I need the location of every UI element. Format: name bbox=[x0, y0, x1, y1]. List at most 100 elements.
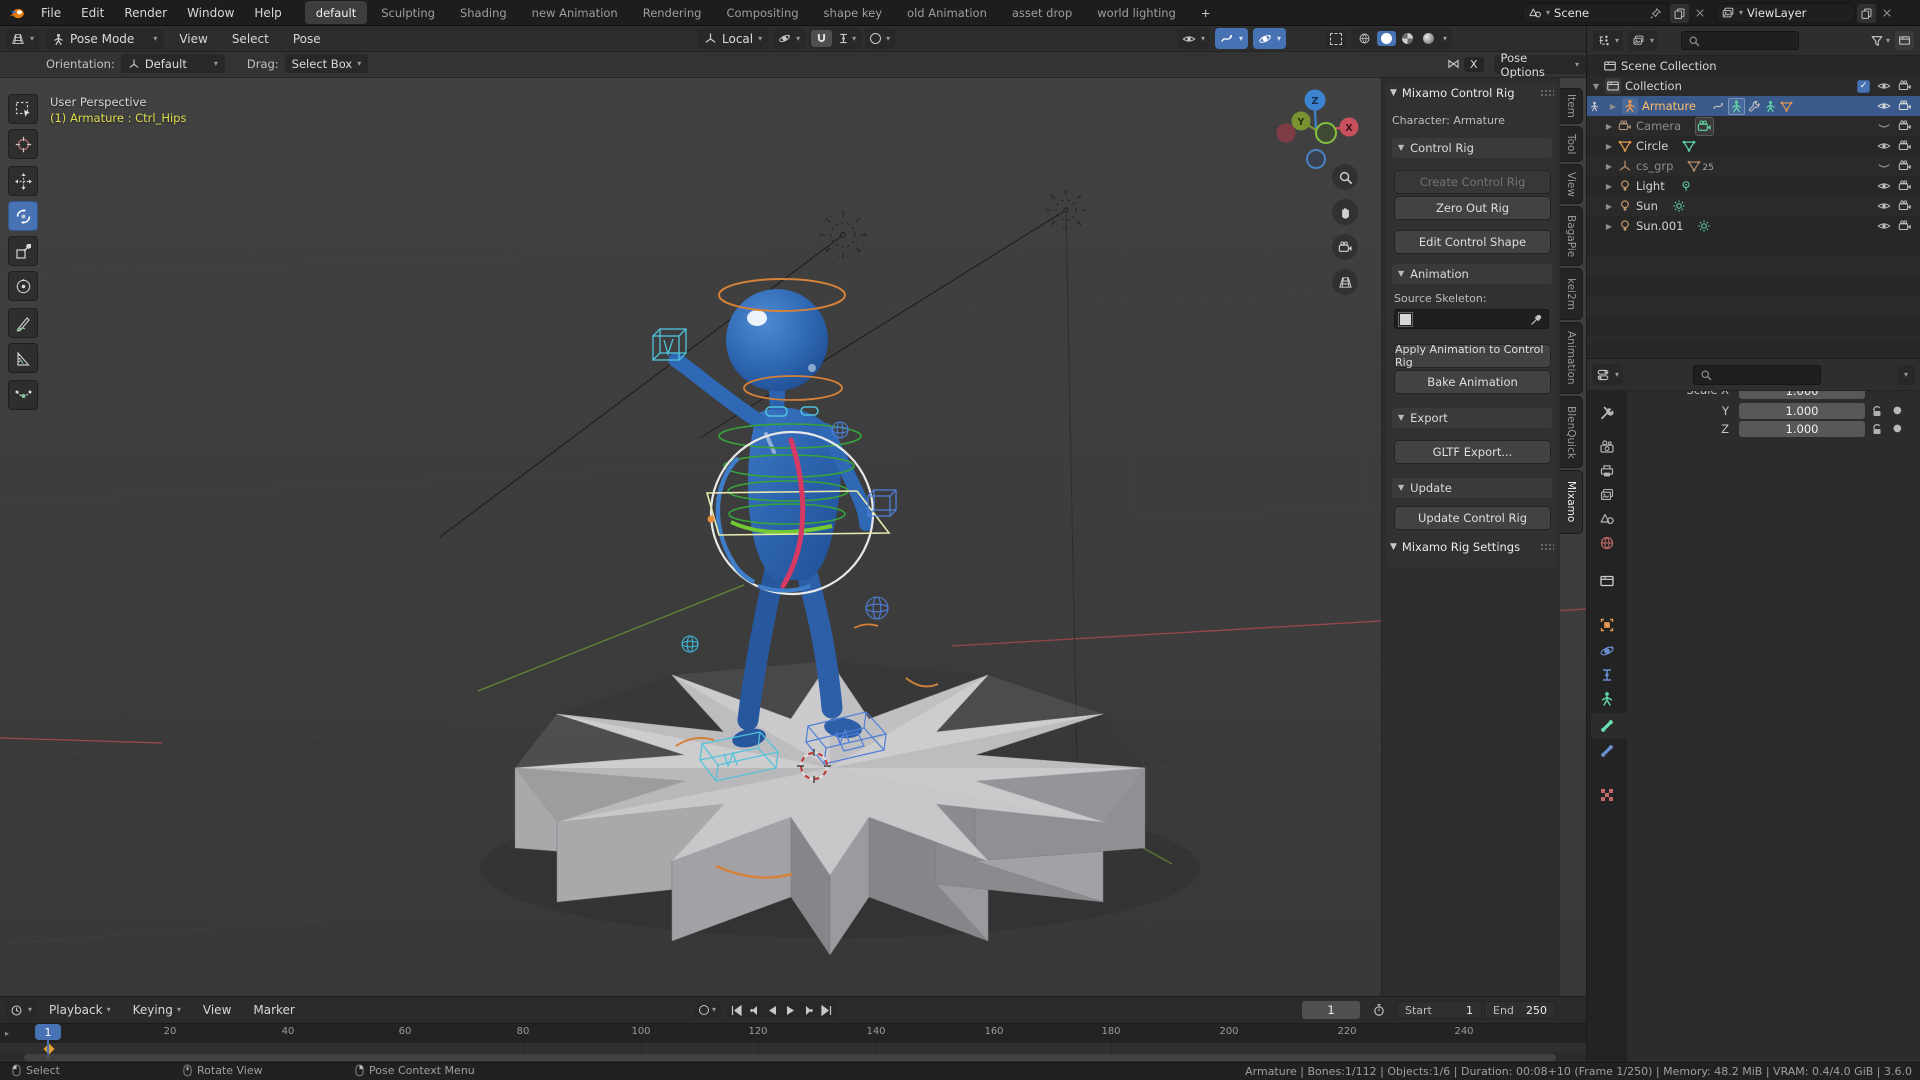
properties-tab-bone[interactable] bbox=[1591, 713, 1627, 739]
tool-pose-breakdowner[interactable] bbox=[8, 380, 38, 410]
apply-animation-button[interactable]: Apply Animation to Control Rig bbox=[1394, 344, 1551, 368]
tab-kei2m[interactable]: kei2m bbox=[1560, 268, 1583, 320]
snap-toggle[interactable] bbox=[811, 30, 832, 47]
tool-annotate[interactable] bbox=[8, 308, 38, 338]
jump-to-end-button[interactable] bbox=[821, 1005, 832, 1016]
timeline-editor-type-dropdown[interactable]: ▾ bbox=[6, 1000, 36, 1020]
tool-scale[interactable] bbox=[8, 236, 38, 266]
outliner-display-mode-dropdown[interactable]: ▾ bbox=[1593, 31, 1623, 51]
properties-tab-output[interactable] bbox=[1589, 463, 1625, 482]
menu-view[interactable]: View bbox=[170, 28, 216, 50]
perspective-toggle-button[interactable] bbox=[1332, 269, 1358, 295]
shading-dropdown[interactable]: ▾ bbox=[1440, 35, 1450, 43]
camera-visibility-icon[interactable] bbox=[1898, 179, 1912, 193]
workspace-tab-world-lighting[interactable]: world lighting bbox=[1086, 1, 1187, 24]
start-frame-field[interactable]: Start 1 bbox=[1396, 1001, 1482, 1019]
scale-x-slider[interactable]: 1.000 bbox=[1739, 391, 1865, 399]
scale-y-slider[interactable]: 1.000 bbox=[1739, 403, 1865, 419]
outliner-search-input[interactable] bbox=[1681, 31, 1799, 50]
properties-filter-dropdown[interactable]: ▾ bbox=[1897, 365, 1915, 385]
eye-icon[interactable] bbox=[1877, 219, 1891, 233]
properties-tab-physics[interactable] bbox=[1589, 643, 1625, 662]
outliner-row-collection[interactable]: ▼ Collection ✓ bbox=[1587, 76, 1920, 96]
scene-unlink-button[interactable] bbox=[1691, 4, 1709, 22]
gizmo-x-neg[interactable] bbox=[1277, 124, 1296, 143]
jump-to-start-button[interactable] bbox=[731, 1005, 742, 1016]
timeline-scrollbar[interactable] bbox=[24, 1054, 1556, 1061]
export-subpanel-header[interactable]: ▼Export bbox=[1392, 408, 1552, 428]
menu-edit[interactable]: Edit bbox=[72, 2, 113, 24]
workspace-tab-asset-drop[interactable]: asset drop bbox=[1001, 1, 1083, 24]
animate-dot[interactable]: ● bbox=[1893, 405, 1902, 416]
viewlayer-selector[interactable]: ▾ ViewLayer bbox=[1715, 3, 1855, 23]
workspace-tab-new-animation[interactable]: new Animation bbox=[521, 1, 629, 24]
eye-closed-icon[interactable] bbox=[1877, 119, 1891, 133]
pose-mirror-x-icon[interactable]: ⋈ bbox=[1447, 57, 1460, 72]
zero-out-rig-button[interactable]: Zero Out Rig bbox=[1394, 196, 1551, 220]
menu-playback[interactable]: Playback▾ bbox=[40, 1000, 120, 1020]
menu-help[interactable]: Help bbox=[245, 2, 290, 24]
eye-icon[interactable] bbox=[1877, 179, 1891, 193]
show-gizmo-dropdown[interactable]: ▾ bbox=[1215, 28, 1248, 49]
unlock-icon[interactable] bbox=[1871, 423, 1883, 435]
navigation-gizmo[interactable]: Z Y X bbox=[1270, 86, 1370, 176]
tool-move[interactable] bbox=[8, 166, 38, 196]
properties-search-input[interactable] bbox=[1693, 365, 1821, 385]
workspace-tab-shading[interactable]: Shading bbox=[449, 1, 518, 24]
tool-select-box[interactable] bbox=[8, 94, 38, 124]
proportional-editing-dropdown[interactable]: ▾ bbox=[865, 28, 895, 49]
camera-view-button[interactable] bbox=[1332, 234, 1358, 260]
pivot-point-dropdown[interactable]: ▾ bbox=[773, 28, 805, 49]
gltf-export-button[interactable]: GLTF Export... bbox=[1394, 440, 1551, 464]
orientation-default-dropdown[interactable]: Default▾ bbox=[121, 54, 225, 73]
scene-duplicate-button[interactable] bbox=[1670, 4, 1689, 23]
workspace-tab-rendering[interactable]: Rendering bbox=[632, 1, 713, 24]
workspace-tab-compositing[interactable]: Compositing bbox=[715, 1, 809, 24]
pose-options-dropdown[interactable]: Pose Options▾ bbox=[1494, 55, 1586, 74]
pan-button[interactable] bbox=[1332, 199, 1358, 225]
camera-visibility-icon[interactable] bbox=[1898, 119, 1912, 133]
outliner-row-circle[interactable]: ▶ Circle bbox=[1587, 136, 1920, 156]
shading-solid-button[interactable] bbox=[1377, 31, 1396, 46]
expand-icon[interactable]: ▶ bbox=[1604, 182, 1614, 191]
eye-icon[interactable] bbox=[1877, 99, 1891, 113]
auto-key-button[interactable]: ▾ bbox=[694, 1001, 721, 1019]
create-control-rig-button[interactable]: Create Control Rig bbox=[1394, 170, 1551, 194]
expand-icon[interactable]: ▶ bbox=[1604, 202, 1614, 211]
tab-item[interactable]: Item bbox=[1560, 88, 1583, 124]
zoom-button[interactable] bbox=[1332, 164, 1358, 190]
viewlayer-duplicate-button[interactable] bbox=[1857, 4, 1876, 23]
camera-visibility-icon[interactable] bbox=[1898, 79, 1912, 93]
tab-view[interactable]: View bbox=[1560, 164, 1583, 204]
outliner-row-light[interactable]: ▶ Light bbox=[1587, 176, 1920, 196]
play-reverse-button[interactable] bbox=[767, 1005, 778, 1016]
tool-rotate[interactable] bbox=[8, 201, 38, 231]
mirror-x-toggle[interactable]: X bbox=[1464, 57, 1484, 72]
workspace-tab-sculpting[interactable]: Sculpting bbox=[370, 1, 446, 24]
source-skeleton-field[interactable] bbox=[1394, 309, 1549, 329]
pin-icon[interactable] bbox=[1649, 7, 1662, 20]
outliner-row-sun[interactable]: ▶ Sun bbox=[1587, 196, 1920, 216]
eye-closed-icon[interactable] bbox=[1877, 159, 1891, 173]
workspace-tab-old-animation[interactable]: old Animation bbox=[896, 1, 998, 24]
camera-visibility-icon[interactable] bbox=[1898, 159, 1912, 173]
add-workspace-button[interactable]: + bbox=[1190, 1, 1222, 24]
outliner-row-cs-grp[interactable]: ▶ cs_grp 25 bbox=[1587, 156, 1920, 176]
expand-icon[interactable]: ▶ bbox=[1604, 142, 1614, 151]
workspace-tab-shape-key[interactable]: shape key bbox=[813, 1, 894, 24]
unlock-icon[interactable] bbox=[1871, 405, 1883, 417]
scale-z-slider[interactable]: 1.000 bbox=[1739, 421, 1865, 437]
panel-drag-dots[interactable] bbox=[1540, 89, 1554, 98]
tab-blenquick[interactable]: BlenQuick bbox=[1560, 396, 1583, 468]
camera-visibility-icon[interactable] bbox=[1898, 199, 1912, 213]
camera-visibility-icon[interactable] bbox=[1898, 139, 1912, 153]
head[interactable] bbox=[726, 289, 828, 391]
menu-marker[interactable]: Marker bbox=[244, 1000, 303, 1020]
gizmo-y-neg[interactable] bbox=[1316, 123, 1336, 143]
menu-window[interactable]: Window bbox=[178, 2, 243, 24]
animate-dot[interactable]: ● bbox=[1893, 423, 1902, 434]
update-subpanel-header[interactable]: ▼Update bbox=[1392, 478, 1552, 498]
shading-rendered-button[interactable] bbox=[1419, 31, 1438, 46]
properties-tab-render[interactable] bbox=[1589, 439, 1625, 458]
camera-visibility-icon[interactable] bbox=[1898, 219, 1912, 233]
